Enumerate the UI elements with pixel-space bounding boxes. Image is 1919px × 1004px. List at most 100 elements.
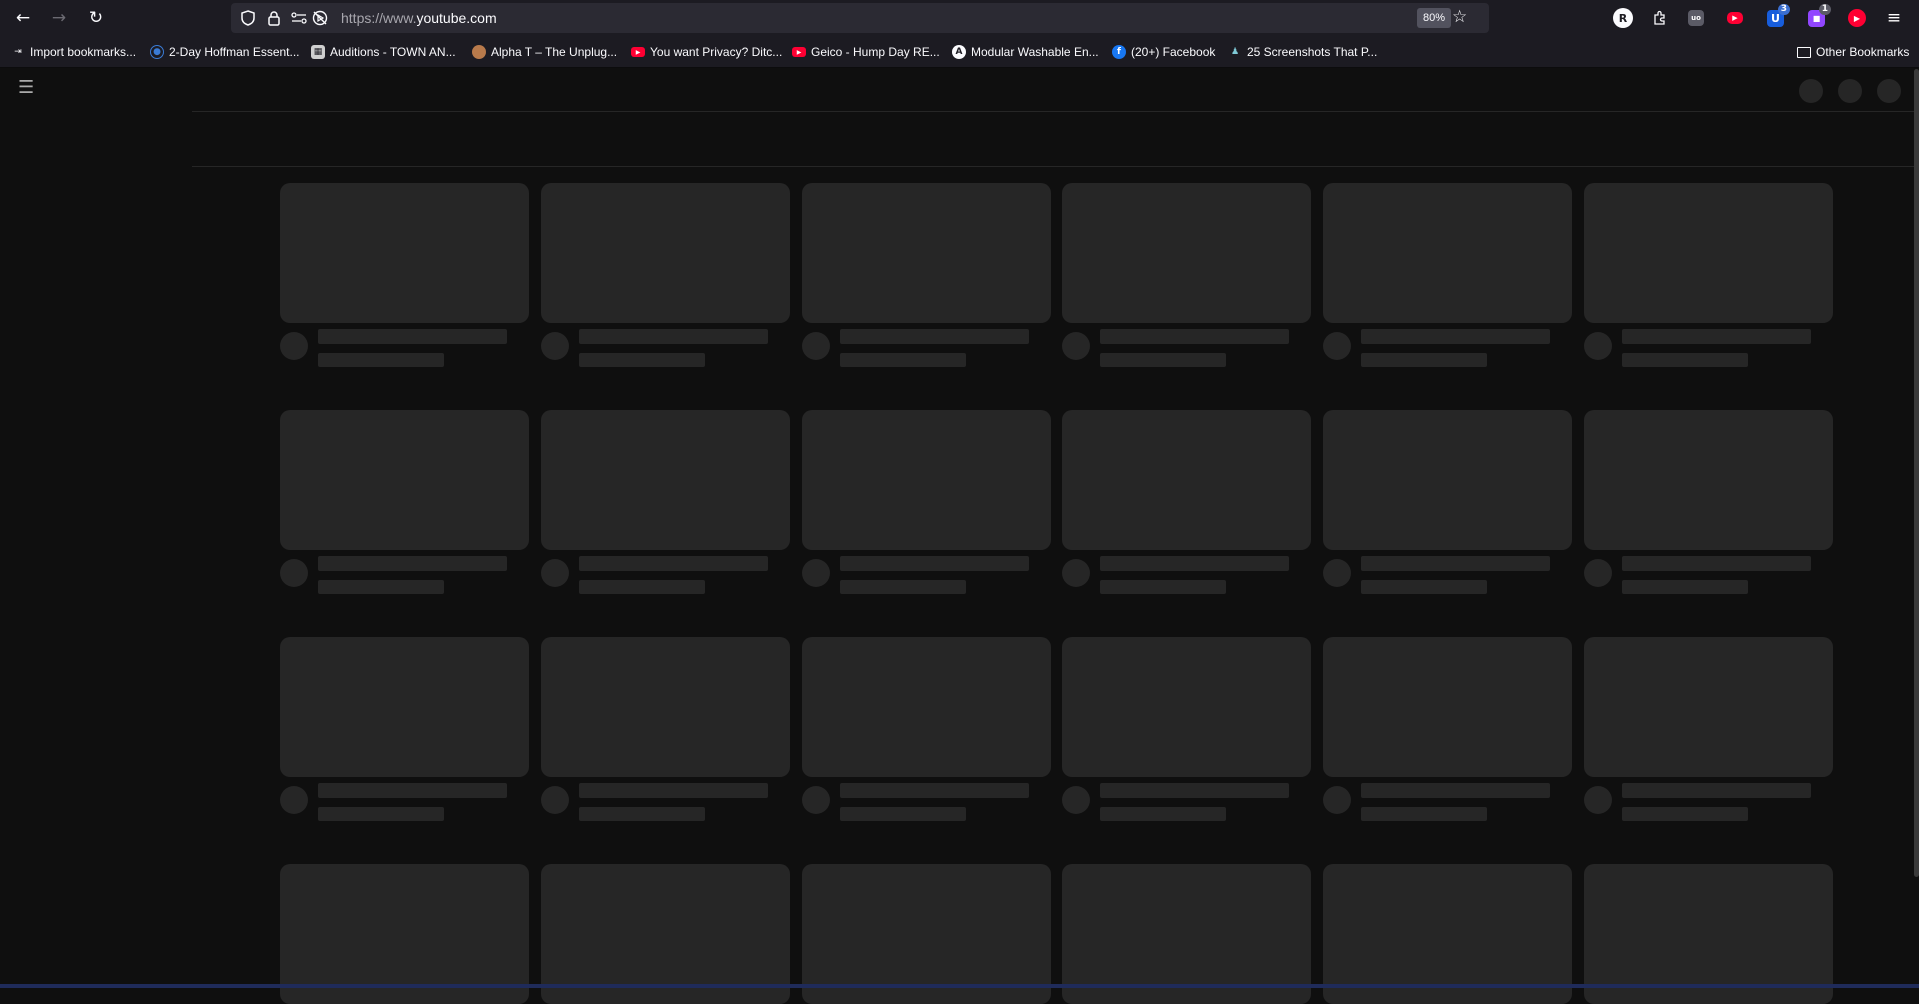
video-card-placeholder — [280, 637, 529, 821]
video-card-placeholder — [541, 410, 790, 594]
channel-avatar-placeholder — [802, 786, 830, 814]
autoplay-blocked-icon[interactable] — [311, 9, 329, 27]
bookmark-auditions[interactable]: ▦ Auditions - TOWN AN... — [311, 43, 456, 61]
title-line-placeholder — [579, 556, 768, 571]
bookmark-label: 2-Day Hoffman Essent... — [169, 45, 300, 59]
thumbnail-placeholder — [280, 637, 529, 777]
hamburger-menu-icon[interactable]: ☰ — [18, 79, 38, 97]
other-bookmarks[interactable]: Other Bookmarks — [1797, 43, 1909, 61]
thumbnail-placeholder — [1062, 864, 1311, 1004]
thumbnail-placeholder — [280, 183, 529, 323]
video-card-placeholder — [802, 637, 1051, 821]
ublock-shield-icon[interactable]: uo — [1688, 10, 1704, 26]
title-line-placeholder — [1622, 783, 1811, 798]
url-text[interactable]: https://www.youtube.com — [341, 10, 497, 26]
browser-toolbar: ← → ↻ https://www.youtube.com 80% ☆ R uo… — [0, 0, 1919, 36]
page-scrollbar[interactable] — [1914, 69, 1919, 877]
thumbnail-placeholder — [1584, 864, 1833, 1004]
purple-extension-icon[interactable]: ■ 1 — [1808, 4, 1831, 27]
bookmark-hoffman[interactable]: ● 2-Day Hoffman Essent... — [150, 43, 300, 61]
subtitle-line-placeholder — [1361, 580, 1487, 594]
title-line-placeholder — [1622, 556, 1811, 571]
channel-avatar-placeholder — [1062, 559, 1090, 587]
bookmark-alpha-t[interactable]: Alpha T – The Unplug... — [472, 43, 617, 61]
channel-avatar-placeholder — [541, 332, 569, 360]
channel-avatar-placeholder — [280, 559, 308, 587]
subtitle-line-placeholder — [579, 353, 705, 367]
thumbnail-placeholder — [1584, 183, 1833, 323]
title-line-placeholder — [840, 556, 1029, 571]
bookmark-geico[interactable]: ▶ Geico - Hump Day RE... — [792, 43, 940, 61]
app-menu-icon[interactable]: ≡ — [1884, 8, 1904, 28]
subtitle-line-placeholder — [1100, 807, 1226, 821]
lock-icon[interactable] — [265, 9, 283, 27]
bookmark-facebook[interactable]: f (20+) Facebook — [1112, 43, 1215, 61]
video-card-placeholder — [280, 183, 529, 367]
subtitle-line-placeholder — [1622, 807, 1748, 821]
thumbnail-placeholder — [280, 410, 529, 550]
subtitle-line-placeholder — [1622, 580, 1748, 594]
letter-a-icon: A — [952, 45, 966, 59]
youtube-play-extension-icon[interactable]: ▶ — [1848, 9, 1866, 27]
title-line-placeholder — [579, 783, 768, 798]
subtitle-line-placeholder — [1361, 353, 1487, 367]
title-line-placeholder — [1361, 556, 1550, 571]
bookmark-import[interactable]: ⇥ Import bookmarks... — [11, 43, 136, 61]
folder-icon — [1797, 46, 1811, 58]
permissions-icon[interactable] — [290, 9, 308, 27]
import-icon: ⇥ — [14, 47, 22, 57]
bookmark-modular[interactable]: A Modular Washable En... — [952, 43, 1099, 61]
thumbnail-placeholder — [1323, 410, 1572, 550]
thumbnail-placeholder — [541, 637, 790, 777]
video-card-placeholder — [541, 183, 790, 367]
extensions-puzzle-icon[interactable] — [1650, 8, 1670, 28]
avatar-icon — [472, 45, 486, 59]
youtube-extension-icon[interactable]: ▶ — [1727, 12, 1743, 24]
other-bookmarks-label: Other Bookmarks — [1816, 45, 1910, 59]
profile-avatar-icon[interactable]: R — [1613, 8, 1633, 28]
address-bar[interactable]: https://www.youtube.com 80% ☆ — [231, 3, 1489, 33]
video-card-placeholder — [280, 410, 529, 594]
thumbnail-placeholder — [1062, 410, 1311, 550]
video-card-placeholder — [1062, 183, 1311, 367]
thumbnail-placeholder — [541, 410, 790, 550]
bitwarden-shield-icon[interactable]: U3 — [1767, 4, 1790, 27]
channel-avatar-placeholder — [1584, 786, 1612, 814]
header-divider — [192, 111, 1915, 112]
clapper-icon: ▦ — [311, 45, 325, 59]
channel-avatar-placeholder — [1584, 332, 1612, 360]
channel-avatar-placeholder — [1323, 332, 1351, 360]
reload-icon[interactable]: ↻ — [82, 4, 110, 32]
video-card-placeholder — [1584, 637, 1833, 821]
bookmark-label: Modular Washable En... — [971, 45, 1099, 59]
url-prefix: https://www. — [341, 10, 417, 26]
zoom-level-badge[interactable]: 80% — [1417, 8, 1452, 28]
back-arrow-icon[interactable]: ← — [9, 4, 37, 32]
video-card-placeholder — [1584, 864, 1833, 1004]
title-line-placeholder — [318, 329, 507, 344]
bookmark-label: Geico - Hump Day RE... — [811, 45, 940, 59]
thumbnail-placeholder — [802, 864, 1051, 1004]
bookmark-screenshots[interactable]: ♟ 25 Screenshots That P... — [1228, 43, 1377, 61]
taskbar-edge — [0, 984, 1919, 988]
video-card-placeholder — [1323, 410, 1572, 594]
channel-avatar-placeholder — [802, 559, 830, 587]
tracking-shield-icon[interactable] — [239, 9, 257, 27]
bookmark-label: Import bookmarks... — [30, 45, 137, 59]
subtitle-line-placeholder — [1361, 807, 1487, 821]
thumbnail-placeholder — [280, 864, 529, 1004]
subtitle-line-placeholder — [840, 353, 966, 367]
facebook-icon: f — [1112, 45, 1126, 59]
forward-arrow-icon[interactable]: → — [45, 4, 73, 32]
subtitle-line-placeholder — [840, 807, 966, 821]
header-placeholder-circle — [1877, 79, 1901, 103]
title-line-placeholder — [1361, 329, 1550, 344]
video-card-placeholder — [541, 637, 790, 821]
title-line-placeholder — [1361, 783, 1550, 798]
bookmark-privacy[interactable]: ▶ You want Privacy? Ditc... — [631, 43, 782, 61]
youtube-icon: ▶ — [631, 47, 645, 57]
thumbnail-placeholder — [1323, 637, 1572, 777]
profile-initial: R — [1618, 11, 1628, 25]
bookmark-star-icon[interactable]: ☆ — [1452, 7, 1467, 27]
subtitle-line-placeholder — [318, 580, 444, 594]
